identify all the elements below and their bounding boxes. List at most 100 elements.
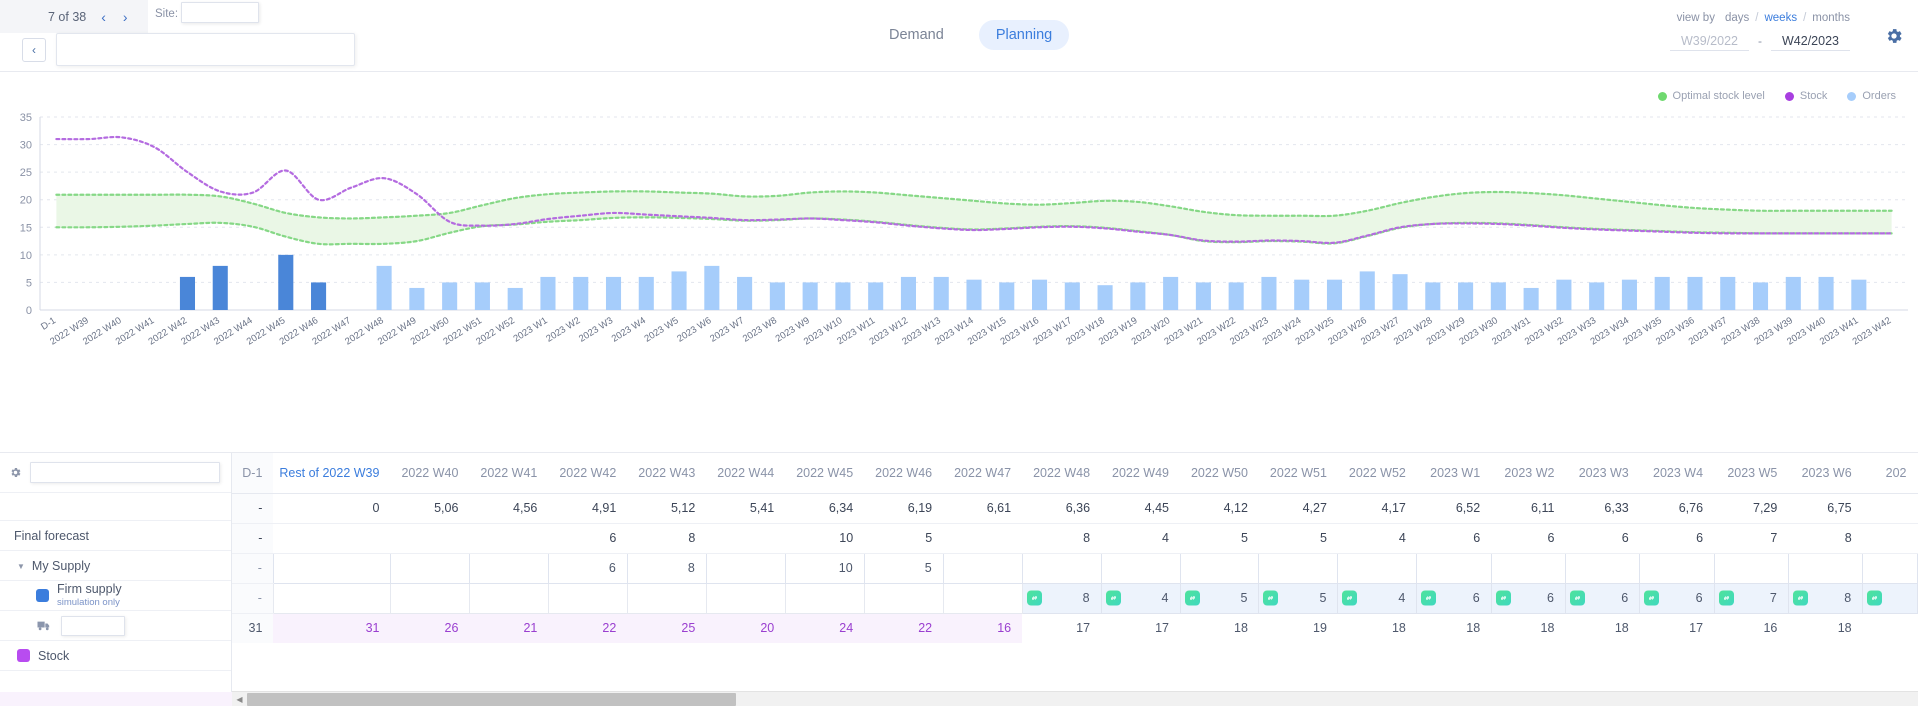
table-cell[interactable]: 8 (1788, 523, 1863, 554)
table-cell[interactable]: 4,27 (1258, 493, 1338, 524)
column-header[interactable]: 2022 W52 (1337, 453, 1417, 494)
table-cell[interactable] (272, 552, 391, 584)
table-cell[interactable] (1862, 523, 1918, 554)
table-cell[interactable]: 5,12 (627, 493, 707, 524)
row-label-final-forecast[interactable]: Final forecast (0, 521, 231, 551)
table-cell[interactable] (1179, 552, 1260, 584)
table-cell[interactable]: 5 (1180, 523, 1259, 554)
column-header[interactable]: 2022 W43 (627, 453, 707, 494)
table-search-input[interactable] (30, 462, 220, 483)
table-cell[interactable]: 6 (1564, 582, 1641, 614)
column-header[interactable]: 2022 W51 (1258, 453, 1338, 494)
column-header[interactable]: 2023 W1 (1416, 453, 1492, 494)
column-header[interactable]: 2022 W50 (1180, 453, 1259, 494)
table-cell[interactable] (272, 582, 391, 614)
link-badge-icon[interactable] (1026, 590, 1042, 606)
table-cell[interactable]: 10 (785, 523, 865, 554)
view-option-months[interactable]: months (1812, 12, 1850, 24)
table-cell[interactable] (1862, 552, 1918, 584)
table-cell[interactable]: 6 (548, 523, 628, 554)
table-cell[interactable]: 5,41 (706, 493, 786, 524)
column-header[interactable]: Rest of 2022 W39 (273, 453, 391, 494)
table-cell[interactable]: 25 (627, 613, 707, 643)
table-cell[interactable] (1713, 552, 1789, 584)
table-cell[interactable]: 18 (1180, 613, 1259, 643)
table-cell[interactable] (942, 552, 1023, 584)
column-header[interactable]: 2023 W3 (1565, 453, 1640, 494)
table-cell[interactable]: 6,34 (785, 493, 865, 524)
link-badge-icon[interactable] (1792, 590, 1808, 606)
column-header[interactable]: 2023 W2 (1491, 453, 1566, 494)
table-cell[interactable] (784, 582, 865, 614)
table-cell[interactable]: - (232, 583, 274, 614)
column-header[interactable]: 2023 W5 (1714, 453, 1789, 494)
table-cell[interactable]: 6,76 (1639, 493, 1715, 524)
table-cell[interactable]: 8 (626, 552, 707, 584)
table-cell[interactable]: 4 (1337, 582, 1418, 614)
table-cell[interactable] (1416, 552, 1492, 584)
table-cell[interactable]: 6,75 (1788, 493, 1863, 524)
table-cell[interactable]: 6,52 (1416, 493, 1492, 524)
table-cell[interactable] (469, 523, 549, 554)
link-badge-icon[interactable] (1421, 590, 1437, 606)
link-badge-icon[interactable] (1263, 590, 1279, 606)
link-badge-icon[interactable] (1718, 590, 1734, 606)
table-cell[interactable]: 31 (273, 613, 391, 643)
row-label-my-supply[interactable]: ▼ My Supply (0, 551, 231, 581)
table-gear-icon[interactable] (9, 466, 22, 479)
link-badge-icon[interactable] (1342, 590, 1358, 606)
column-header[interactable]: 2022 W46 (864, 453, 944, 494)
table-cell[interactable]: 24 (785, 613, 865, 643)
column-header[interactable]: 2022 W47 (943, 453, 1023, 494)
table-cell[interactable]: 18 (1565, 613, 1640, 643)
link-badge-icon[interactable] (1105, 590, 1121, 606)
table-cell[interactable]: 4,17 (1337, 493, 1417, 524)
table-cell[interactable] (1490, 552, 1566, 584)
table-cell[interactable]: 6 (1416, 582, 1492, 614)
table-cell[interactable] (547, 582, 628, 614)
table-cell[interactable]: 10 (784, 552, 865, 584)
table-cell[interactable] (1258, 552, 1339, 584)
table-cell[interactable] (626, 582, 707, 614)
table-cell[interactable]: 17 (1022, 613, 1102, 643)
table-cell[interactable]: 19 (1258, 613, 1338, 643)
table-cell[interactable]: 5 (863, 552, 944, 584)
column-header[interactable]: 2022 W44 (706, 453, 786, 494)
table-cell[interactable] (1564, 552, 1641, 584)
column-header[interactable]: 2022 W40 (390, 453, 470, 494)
table-cell[interactable]: 31 (232, 613, 274, 643)
pager-prev-icon[interactable]: ‹ (99, 10, 108, 24)
table-cell[interactable]: 6,36 (1022, 493, 1102, 524)
table-cell[interactable]: 4 (1100, 582, 1181, 614)
item-name-input[interactable] (56, 33, 355, 66)
tab-planning[interactable]: Planning (978, 20, 1070, 50)
table-cell[interactable]: 7,29 (1714, 493, 1789, 524)
row-label-firm-supply[interactable]: Firm supply simulation only (0, 581, 231, 611)
table-cell[interactable]: 22 (548, 613, 628, 643)
table-cell[interactable] (1862, 493, 1918, 524)
table-cell[interactable]: 4 (1337, 523, 1417, 554)
view-option-days[interactable]: days (1725, 12, 1749, 24)
grid-scroll-area[interactable]: D-1 Rest of 2022 W39 2022 W40 2022 W41 2022 … (232, 453, 1918, 706)
horizontal-scrollbar[interactable]: ◀ (232, 691, 1918, 706)
table-cell[interactable]: 5 (1179, 582, 1260, 614)
table-cell[interactable] (273, 523, 391, 554)
table-cell[interactable]: 0 (273, 493, 391, 524)
tab-demand[interactable]: Demand (872, 20, 961, 50)
table-cell[interactable]: - (232, 493, 274, 524)
table-cell[interactable]: - (232, 523, 274, 554)
table-cell[interactable] (1787, 552, 1864, 584)
table-cell[interactable]: 8 (627, 523, 707, 554)
table-cell[interactable]: 18 (1416, 613, 1492, 643)
table-cell[interactable]: 4,12 (1180, 493, 1259, 524)
table-cell[interactable]: 6 (1565, 523, 1640, 554)
table-cell[interactable] (468, 582, 549, 614)
link-badge-icon[interactable] (1867, 590, 1883, 606)
table-cell[interactable] (1100, 552, 1181, 584)
table-cell[interactable]: 6,11 (1491, 493, 1566, 524)
site-input[interactable] (181, 2, 259, 23)
table-cell[interactable]: 17 (1639, 613, 1715, 643)
table-cell[interactable]: 6,19 (864, 493, 944, 524)
table-cell[interactable]: 6,33 (1565, 493, 1640, 524)
scrollbar-thumb[interactable] (247, 692, 736, 706)
